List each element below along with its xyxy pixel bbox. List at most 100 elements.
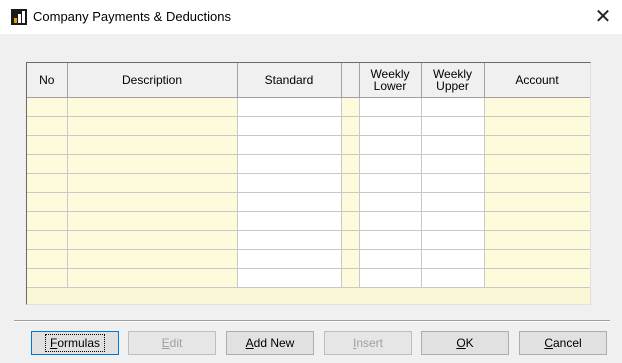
table-row[interactable]: [27, 230, 590, 250]
table-row[interactable]: [27, 97, 590, 117]
cell-weekly-upper[interactable]: [421, 135, 485, 155]
cell-weekly-lower[interactable]: [359, 211, 422, 231]
cell-flag[interactable]: [341, 268, 360, 288]
cell-flag[interactable]: [341, 173, 360, 193]
cell-description[interactable]: [67, 135, 238, 155]
cell-standard[interactable]: [237, 192, 342, 212]
cell-description[interactable]: [67, 116, 238, 136]
cell-no[interactable]: [27, 135, 68, 155]
table-row[interactable]: [27, 211, 590, 231]
cell-no[interactable]: [27, 249, 68, 269]
col-header-standard[interactable]: Standard: [237, 63, 342, 98]
payments-grid[interactable]: No Description Standard Weekly Lower Wee…: [26, 62, 591, 305]
cell-weekly-upper[interactable]: [421, 173, 485, 193]
cell-flag[interactable]: [341, 230, 360, 250]
cell-account[interactable]: [484, 268, 590, 288]
cell-standard[interactable]: [237, 135, 342, 155]
cell-weekly-lower[interactable]: [359, 173, 422, 193]
cell-weekly-lower[interactable]: [359, 192, 422, 212]
ok-button[interactable]: OK: [421, 331, 509, 355]
grid-body: [27, 97, 590, 288]
cell-flag[interactable]: [341, 135, 360, 155]
cell-standard[interactable]: [237, 154, 342, 174]
col-header-no[interactable]: No: [27, 63, 68, 98]
cell-no[interactable]: [27, 268, 68, 288]
cell-weekly-lower[interactable]: [359, 97, 422, 117]
table-row[interactable]: [27, 268, 590, 288]
cell-flag[interactable]: [341, 154, 360, 174]
cancel-button[interactable]: Cancel: [519, 331, 607, 355]
table-row[interactable]: [27, 116, 590, 136]
insert-button[interactable]: Insert: [324, 331, 412, 355]
dialog-window: Company Payments & Deductions ✕ No Descr…: [0, 0, 622, 363]
cell-weekly-upper[interactable]: [421, 154, 485, 174]
cell-standard[interactable]: [237, 173, 342, 193]
cell-no[interactable]: [27, 192, 68, 212]
cell-weekly-upper[interactable]: [421, 97, 485, 117]
cell-flag[interactable]: [341, 192, 360, 212]
cell-standard[interactable]: [237, 116, 342, 136]
cell-weekly-upper[interactable]: [421, 116, 485, 136]
cell-weekly-upper[interactable]: [421, 192, 485, 212]
cell-account[interactable]: [484, 116, 590, 136]
cell-account[interactable]: [484, 173, 590, 193]
cell-standard[interactable]: [237, 230, 342, 250]
cell-standard[interactable]: [237, 268, 342, 288]
cell-weekly-lower[interactable]: [359, 116, 422, 136]
cell-weekly-lower[interactable]: [359, 249, 422, 269]
cell-flag[interactable]: [341, 249, 360, 269]
button-divider: [14, 320, 610, 322]
col-header-description[interactable]: Description: [67, 63, 238, 98]
table-row[interactable]: [27, 249, 590, 269]
cell-description[interactable]: [67, 97, 238, 117]
cell-account[interactable]: [484, 135, 590, 155]
close-icon: ✕: [594, 6, 612, 28]
cell-weekly-upper[interactable]: [421, 230, 485, 250]
edit-button[interactable]: Edit: [128, 331, 216, 355]
cell-weekly-lower[interactable]: [359, 230, 422, 250]
cell-standard[interactable]: [237, 97, 342, 117]
cell-description[interactable]: [67, 268, 238, 288]
cell-account[interactable]: [484, 192, 590, 212]
cell-description[interactable]: [67, 173, 238, 193]
formulas-button[interactable]: Formulas: [31, 331, 119, 355]
cell-no[interactable]: [27, 154, 68, 174]
cell-description[interactable]: [67, 192, 238, 212]
cell-account[interactable]: [484, 154, 590, 174]
cell-account[interactable]: [484, 249, 590, 269]
cell-no[interactable]: [27, 211, 68, 231]
cell-weekly-lower[interactable]: [359, 135, 422, 155]
col-header-weekly-lower[interactable]: Weekly Lower: [359, 63, 422, 98]
cell-no[interactable]: [27, 116, 68, 136]
cell-weekly-lower[interactable]: [359, 154, 422, 174]
col-header-account[interactable]: Account: [484, 63, 590, 98]
close-button[interactable]: ✕: [588, 4, 618, 30]
table-row[interactable]: [27, 192, 590, 212]
col-header-flag[interactable]: [341, 63, 360, 98]
cell-weekly-upper[interactable]: [421, 268, 485, 288]
app-chart-icon: [11, 9, 27, 25]
cell-description[interactable]: [67, 154, 238, 174]
cell-description[interactable]: [67, 211, 238, 231]
cell-account[interactable]: [484, 211, 590, 231]
cell-standard[interactable]: [237, 211, 342, 231]
cell-no[interactable]: [27, 230, 68, 250]
table-row[interactable]: [27, 154, 590, 174]
cell-weekly-lower[interactable]: [359, 268, 422, 288]
cell-description[interactable]: [67, 230, 238, 250]
cell-weekly-upper[interactable]: [421, 211, 485, 231]
cell-standard[interactable]: [237, 249, 342, 269]
cell-flag[interactable]: [341, 116, 360, 136]
add-new-button[interactable]: Add New: [226, 331, 314, 355]
cell-no[interactable]: [27, 97, 68, 117]
table-row[interactable]: [27, 135, 590, 155]
cell-description[interactable]: [67, 249, 238, 269]
cell-weekly-upper[interactable]: [421, 249, 485, 269]
cell-account[interactable]: [484, 97, 590, 117]
table-row[interactable]: [27, 173, 590, 193]
cell-account[interactable]: [484, 230, 590, 250]
cell-flag[interactable]: [341, 211, 360, 231]
col-header-weekly-upper[interactable]: Weekly Upper: [421, 63, 485, 98]
cell-flag[interactable]: [341, 97, 360, 117]
cell-no[interactable]: [27, 173, 68, 193]
